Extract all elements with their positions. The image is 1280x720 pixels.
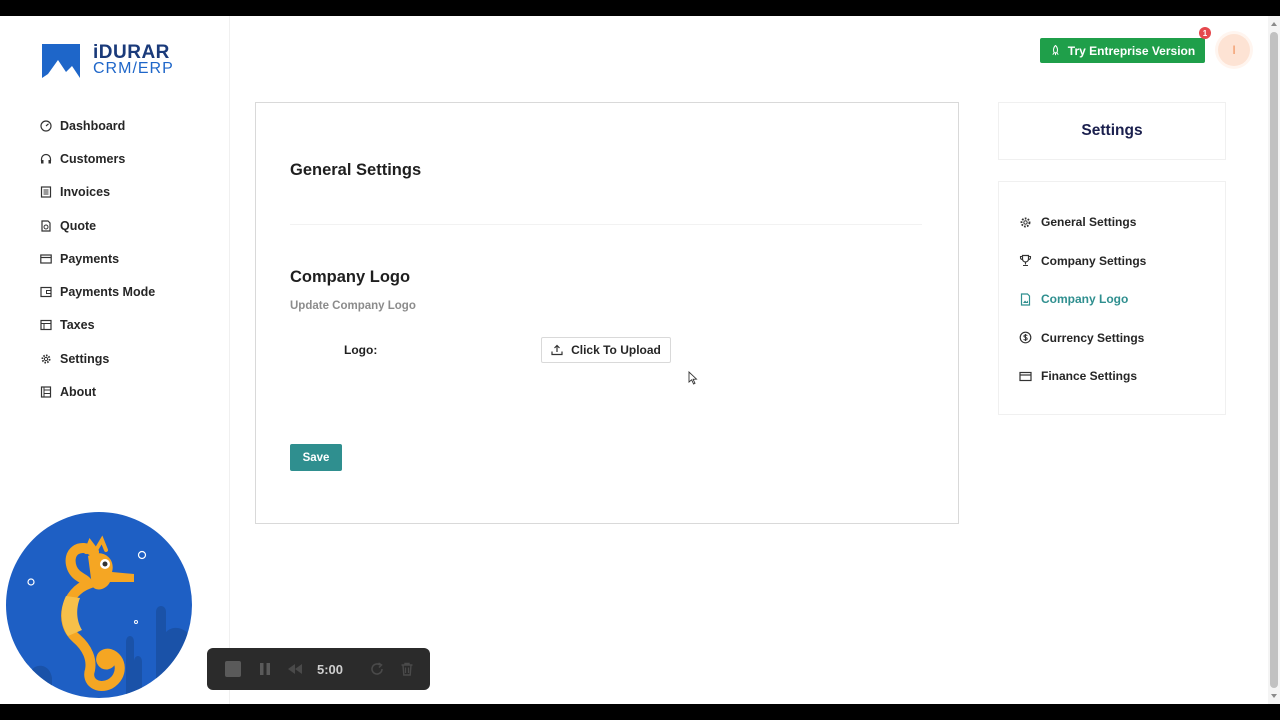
brand-title: iDURAR	[93, 42, 170, 63]
rewind-icon[interactable]	[287, 661, 303, 677]
sidebar-item-settings[interactable]: Settings	[40, 342, 155, 375]
settings-item-company-logo[interactable]: Company Logo	[1019, 280, 1146, 319]
dashboard-icon	[40, 120, 52, 132]
sidebar-item-dashboard[interactable]: Dashboard	[40, 109, 155, 142]
seahorse-mascot-icon	[6, 512, 192, 698]
rocket-icon	[1052, 45, 1059, 56]
sidebar-item-label: About	[60, 385, 97, 400]
sidebar-item-label: Settings	[60, 351, 110, 366]
logo-label-colon: :	[373, 343, 378, 357]
sidebar-item-invoices[interactable]: Invoices	[40, 176, 155, 209]
sidebar-nav: Dashboard Customers Invoices Quote Payme…	[40, 109, 155, 409]
sidebar-item-label: Payments	[60, 251, 120, 266]
trash-icon[interactable]	[399, 661, 415, 677]
sidebar-item-payments-mode[interactable]: Payments Mode	[40, 275, 155, 308]
settings-item-label: Finance Settings	[1041, 369, 1138, 384]
sidebar-item-customers[interactable]: Customers	[40, 142, 155, 175]
bottom-letterbox	[0, 704, 1280, 720]
sidebar-item-label: Payments Mode	[60, 285, 156, 300]
gear-icon	[1019, 216, 1032, 229]
settings-item-label: Company Logo	[1041, 292, 1129, 307]
settings-menu: General Settings Company Settings Compan…	[998, 181, 1226, 415]
sidebar-item-quote[interactable]: Quote	[40, 209, 155, 242]
scroll-up-arrow-icon[interactable]	[1270, 20, 1278, 28]
trophy-icon	[1019, 254, 1032, 267]
sidebar-item-label: Invoices	[60, 185, 111, 200]
try-enterprise-label: Try Entreprise Version	[1067, 43, 1196, 58]
sidebar-item-label: Taxes	[60, 318, 95, 333]
settings-panel-title: Settings	[998, 102, 1226, 160]
scroll-thumb[interactable]	[1270, 32, 1278, 688]
wallet-icon	[40, 286, 52, 298]
reconciliation-icon	[40, 386, 52, 398]
gear-icon	[40, 353, 52, 365]
credit-card-icon	[1019, 370, 1032, 383]
settings-item-finance[interactable]: Finance Settings	[1019, 357, 1146, 396]
screen-recorder-bar: 5:00	[207, 648, 430, 690]
top-letterbox	[0, 0, 1280, 16]
try-enterprise-button[interactable]: Try Entreprise Version	[1040, 38, 1205, 63]
dollar-icon	[1019, 331, 1032, 344]
sidebar-item-payments[interactable]: Payments	[40, 242, 155, 275]
recording-timer: 5:00	[317, 661, 344, 677]
sidebar-item-label: Dashboard	[60, 118, 126, 133]
logo-field-label: Logo:	[344, 343, 377, 357]
page-scrollbar[interactable]	[1268, 16, 1280, 704]
sidebar-item-taxes[interactable]: Taxes	[40, 309, 155, 342]
restart-icon[interactable]	[369, 661, 385, 677]
settings-item-company[interactable]: Company Settings	[1019, 242, 1146, 281]
notification-badge[interactable]: 1	[1199, 27, 1211, 39]
sidebar-item-label: Customers	[60, 151, 126, 166]
scroll-down-arrow-icon[interactable]	[1270, 692, 1278, 700]
section-subtitle: Update Company Logo	[290, 300, 416, 312]
settings-item-currency[interactable]: Currency Settings	[1019, 319, 1146, 358]
page-title: General Settings	[290, 161, 422, 179]
avatar[interactable]: I	[1218, 34, 1250, 66]
section-title: Company Logo	[290, 268, 411, 286]
brand-subtitle: CRM/ERP	[93, 60, 174, 77]
sidebar-item-label: Quote	[60, 218, 97, 233]
brand-logo[interactable]: iDURAR CRM/ERP	[42, 42, 174, 78]
sidebar-item-about[interactable]: About	[40, 375, 155, 408]
settings-card: General Settings Company Logo Update Com…	[255, 102, 959, 524]
settings-item-label: Currency Settings	[1041, 330, 1145, 345]
upload-icon	[551, 344, 563, 356]
settings-item-general[interactable]: General Settings	[1019, 203, 1146, 242]
settings-item-label: General Settings	[1041, 215, 1137, 230]
stop-recording-button[interactable]	[225, 661, 241, 677]
upload-label: Click To Upload	[571, 343, 661, 357]
mountain-logo-icon	[42, 44, 80, 78]
shop-icon	[40, 319, 52, 331]
logo-label-text: Logo	[344, 343, 374, 357]
credit-card-icon	[40, 253, 52, 265]
divider	[290, 224, 922, 225]
upload-button[interactable]: Click To Upload	[541, 337, 671, 363]
save-button[interactable]: Save	[290, 444, 342, 471]
headset-icon	[40, 153, 52, 165]
settings-item-label: Company Settings	[1041, 253, 1147, 268]
file-image-icon	[1019, 293, 1032, 306]
file-sync-icon	[40, 219, 52, 232]
container-icon	[40, 186, 52, 198]
mouse-cursor-icon	[688, 371, 698, 385]
pause-icon[interactable]	[257, 661, 273, 677]
